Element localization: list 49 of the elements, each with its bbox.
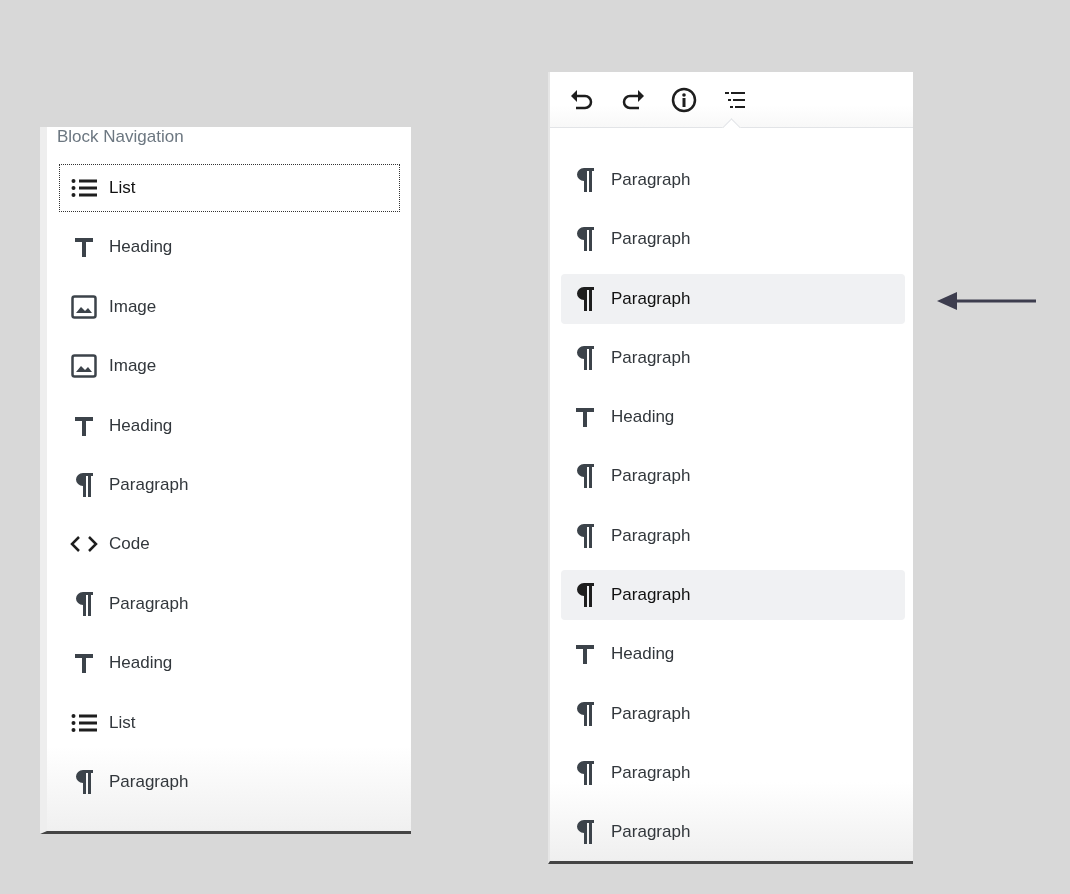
outline-icon [723,90,746,109]
paragraph-icon [575,226,595,253]
block-item[interactable]: Paragraph [561,155,905,205]
block-item[interactable]: Image [59,342,400,391]
paragraph-icon [74,768,94,795]
paragraph-icon [575,759,595,786]
block-item[interactable]: Paragraph [561,747,905,798]
paragraph-icon [575,344,595,371]
heading-icon [74,653,94,674]
info-icon [670,86,697,113]
paragraph-icon [575,285,595,312]
image-icon [71,354,97,379]
list-icon [71,712,97,733]
paragraph-icon [575,463,595,490]
block-item[interactable]: Paragraph [59,757,400,806]
block-item[interactable]: Paragraph [561,807,905,858]
block-item[interactable]: Paragraph [561,570,905,621]
block-item[interactable]: Heading [561,392,905,443]
block-item[interactable]: Paragraph [561,273,905,324]
heading-icon [575,407,595,428]
block-item[interactable]: Paragraph [59,579,400,628]
block-item[interactable]: Paragraph [561,332,905,383]
heading-icon [74,237,94,258]
code-icon [70,535,98,554]
block-item[interactable]: Heading [59,639,400,688]
list-icon [71,178,97,198]
block-item[interactable]: Code [59,520,400,569]
block-item[interactable]: Paragraph [561,451,905,502]
block-item[interactable]: Paragraph [59,460,400,509]
paragraph-icon [575,522,595,549]
paragraph-icon [575,582,595,609]
panel-title: Block Navigation [57,127,185,148]
heading-icon [74,415,94,436]
paragraph-icon [575,819,595,846]
heading-icon [575,644,595,665]
block-item[interactable]: Paragraph [561,214,905,265]
block-item[interactable]: Heading [561,629,905,680]
block-item[interactable]: List [59,698,400,747]
block-item[interactable]: Paragraph [561,510,905,561]
paragraph-icon [575,167,595,193]
paragraph-icon [74,590,94,617]
block-item[interactable]: Paragraph [561,688,905,739]
paragraph-icon [74,471,94,498]
block-item[interactable]: Image [59,282,400,331]
block-item[interactable]: Heading [59,223,400,272]
image-icon [71,294,97,319]
paragraph-icon [575,700,595,727]
block-item[interactable]: List [59,164,400,212]
block-item[interactable]: Heading [59,401,400,450]
